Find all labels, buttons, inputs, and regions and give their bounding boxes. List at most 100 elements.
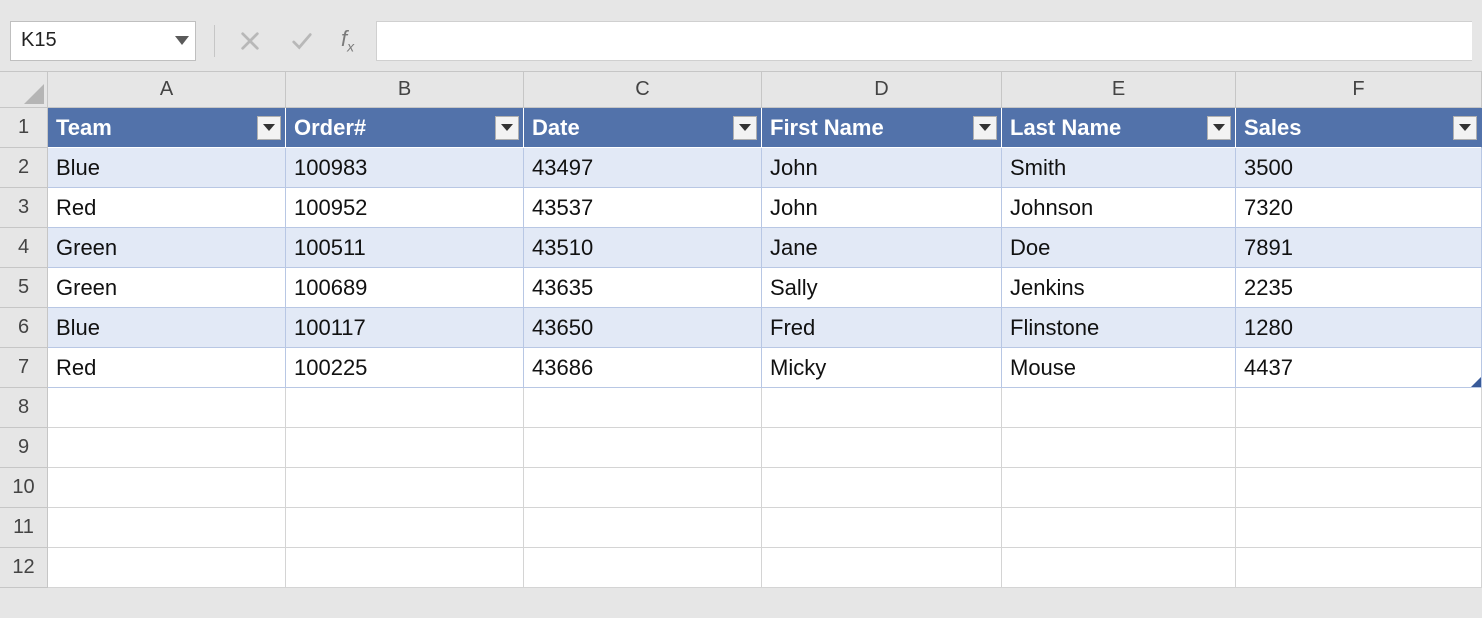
row-header[interactable]: 3 xyxy=(0,188,48,228)
cancel-formula-button[interactable] xyxy=(233,24,267,58)
cell[interactable] xyxy=(48,388,286,428)
enter-formula-button[interactable] xyxy=(285,24,319,58)
formula-input[interactable] xyxy=(376,21,1472,61)
cell[interactable] xyxy=(286,428,524,468)
cell[interactable] xyxy=(524,468,762,508)
row-header[interactable]: 5 xyxy=(0,268,48,308)
cell[interactable]: 43537 xyxy=(524,188,762,228)
cell[interactable]: Micky xyxy=(762,348,1002,388)
cell[interactable]: Flinstone xyxy=(1002,308,1236,348)
cell[interactable] xyxy=(286,508,524,548)
cell[interactable]: Red xyxy=(48,188,286,228)
cell[interactable] xyxy=(762,428,1002,468)
cell[interactable] xyxy=(524,428,762,468)
filter-dropdown-icon[interactable] xyxy=(1453,116,1477,140)
table-header-first-name[interactable]: First Name xyxy=(762,108,1002,148)
cell[interactable]: Green xyxy=(48,268,286,308)
row-header[interactable]: 6 xyxy=(0,308,48,348)
cell[interactable] xyxy=(1002,468,1236,508)
cell[interactable]: Smith xyxy=(1002,148,1236,188)
cell[interactable] xyxy=(286,468,524,508)
cell[interactable] xyxy=(762,388,1002,428)
cell[interactable]: 3500 xyxy=(1236,148,1482,188)
cell[interactable]: 43635 xyxy=(524,268,762,308)
cell[interactable]: Jane xyxy=(762,228,1002,268)
cell[interactable]: 4437 xyxy=(1236,348,1482,388)
column-header[interactable]: B xyxy=(286,72,524,108)
cell[interactable]: 7320 xyxy=(1236,188,1482,228)
cell[interactable] xyxy=(1236,388,1482,428)
cell[interactable] xyxy=(286,388,524,428)
table-header-order[interactable]: Order# xyxy=(286,108,524,148)
cell[interactable] xyxy=(1002,548,1236,588)
cell[interactable] xyxy=(1236,468,1482,508)
row-header[interactable]: 10 xyxy=(0,468,48,508)
cell[interactable]: John xyxy=(762,188,1002,228)
cell[interactable]: Green xyxy=(48,228,286,268)
cell[interactable] xyxy=(48,548,286,588)
cell[interactable]: Doe xyxy=(1002,228,1236,268)
cell[interactable]: 100117 xyxy=(286,308,524,348)
cell[interactable] xyxy=(1002,388,1236,428)
row-header[interactable]: 11 xyxy=(0,508,48,548)
row-header[interactable]: 12 xyxy=(0,548,48,588)
filter-dropdown-icon[interactable] xyxy=(733,116,757,140)
cell[interactable]: 7891 xyxy=(1236,228,1482,268)
row-header[interactable]: 9 xyxy=(0,428,48,468)
filter-dropdown-icon[interactable] xyxy=(495,116,519,140)
cell[interactable]: Blue xyxy=(48,308,286,348)
cell[interactable] xyxy=(1236,548,1482,588)
cell[interactable] xyxy=(524,548,762,588)
cell[interactable] xyxy=(524,388,762,428)
cell[interactable]: 100952 xyxy=(286,188,524,228)
cell[interactable]: John xyxy=(762,148,1002,188)
column-header[interactable]: C xyxy=(524,72,762,108)
cell[interactable]: 43510 xyxy=(524,228,762,268)
cell[interactable]: Blue xyxy=(48,148,286,188)
cell[interactable] xyxy=(762,548,1002,588)
column-header[interactable]: E xyxy=(1002,72,1236,108)
filter-dropdown-icon[interactable] xyxy=(1207,116,1231,140)
cell[interactable]: 43686 xyxy=(524,348,762,388)
column-header[interactable]: A xyxy=(48,72,286,108)
cell[interactable]: Johnson xyxy=(1002,188,1236,228)
cell[interactable] xyxy=(1236,508,1482,548)
cell[interactable]: 100983 xyxy=(286,148,524,188)
table-header-team[interactable]: Team xyxy=(48,108,286,148)
cell[interactable]: 43497 xyxy=(524,148,762,188)
select-all-corner[interactable] xyxy=(0,72,48,108)
cell[interactable] xyxy=(48,428,286,468)
cell[interactable] xyxy=(1002,508,1236,548)
row-header[interactable]: 7 xyxy=(0,348,48,388)
cell[interactable] xyxy=(524,508,762,548)
table-header-date[interactable]: Date xyxy=(524,108,762,148)
cell[interactable] xyxy=(1002,428,1236,468)
column-header[interactable]: F xyxy=(1236,72,1482,108)
column-header[interactable]: D xyxy=(762,72,1002,108)
table-header-last-name[interactable]: Last Name xyxy=(1002,108,1236,148)
cell[interactable]: 43650 xyxy=(524,308,762,348)
row-header[interactable]: 8 xyxy=(0,388,48,428)
cell[interactable] xyxy=(48,468,286,508)
row-header[interactable]: 1 xyxy=(0,108,48,148)
cell[interactable]: Red xyxy=(48,348,286,388)
cell[interactable]: Fred xyxy=(762,308,1002,348)
cell[interactable]: 100689 xyxy=(286,268,524,308)
row-header[interactable]: 2 xyxy=(0,148,48,188)
row-header[interactable]: 4 xyxy=(0,228,48,268)
cell[interactable]: 100511 xyxy=(286,228,524,268)
cell[interactable] xyxy=(1236,428,1482,468)
cell[interactable] xyxy=(762,508,1002,548)
cell[interactable] xyxy=(286,548,524,588)
chevron-down-icon[interactable] xyxy=(175,36,189,45)
cell[interactable] xyxy=(762,468,1002,508)
filter-dropdown-icon[interactable] xyxy=(257,116,281,140)
name-box[interactable]: K15 xyxy=(10,21,196,61)
cell[interactable]: Sally xyxy=(762,268,1002,308)
insert-function-button[interactable]: fx xyxy=(337,26,358,54)
cell[interactable]: 1280 xyxy=(1236,308,1482,348)
filter-dropdown-icon[interactable] xyxy=(973,116,997,140)
cell[interactable]: Mouse xyxy=(1002,348,1236,388)
cell[interactable]: 2235 xyxy=(1236,268,1482,308)
cell[interactable]: 100225 xyxy=(286,348,524,388)
